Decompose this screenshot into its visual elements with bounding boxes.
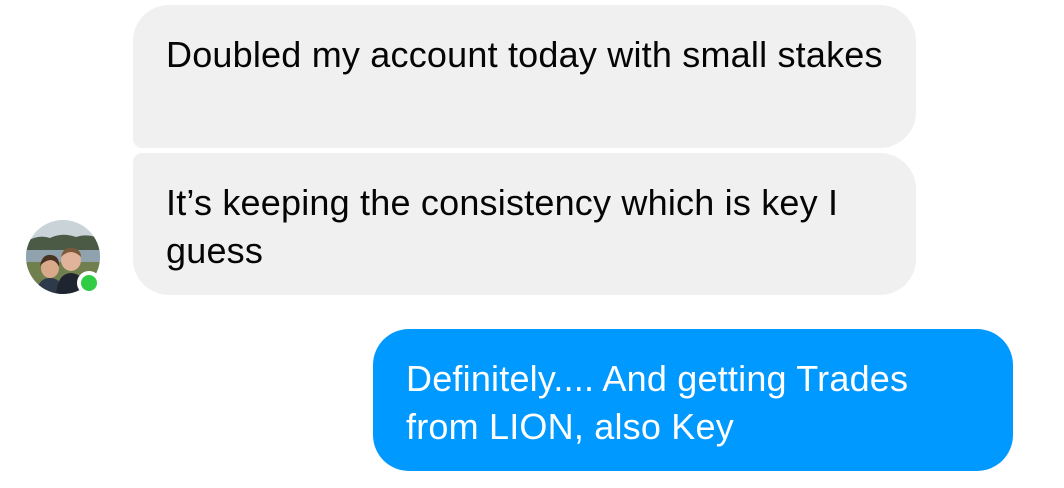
message-text: It’s keeping the consistency which is ke… [166,182,839,271]
incoming-message-bubble[interactable]: Doubled my account today with small stak… [133,5,916,148]
message-text: Doubled my account today with small stak… [166,34,883,75]
outgoing-message-bubble[interactable]: Definitely.... And getting Trades from L… [373,329,1013,471]
incoming-message-bubble[interactable]: It’s keeping the consistency which is ke… [133,153,916,295]
message-text: Definitely.... And getting Trades from L… [406,358,909,447]
online-status-icon [77,271,101,295]
